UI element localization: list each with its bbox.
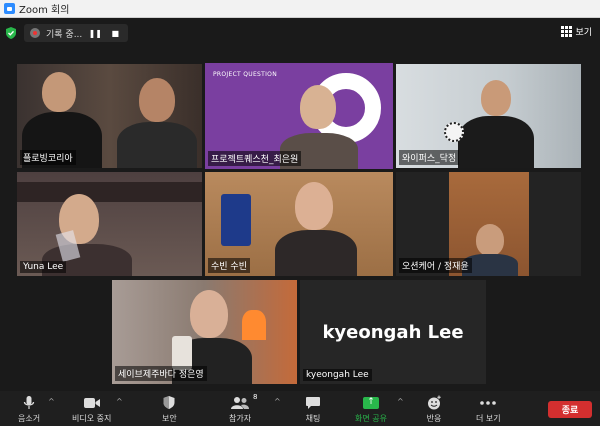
smiley-icon (428, 395, 441, 409)
view-button[interactable]: 보기 (561, 25, 592, 38)
mute-button[interactable]: 음소거 (18, 394, 40, 424)
stop-video-label: 비디오 중지 (72, 414, 112, 423)
view-label: 보기 (575, 28, 592, 38)
more-dots-icon (480, 400, 497, 405)
meeting-status: 기록 중... ❚❚ ■ (4, 24, 129, 42)
stop-recording-button[interactable]: ■ (108, 29, 122, 38)
grid-icon (561, 26, 573, 37)
video-options-caret[interactable]: ^ (116, 397, 123, 406)
share-options-caret[interactable]: ^ (397, 397, 404, 406)
share-screen-button[interactable]: ↑ 화면 공유 (355, 394, 387, 424)
participants-count: 8 (253, 393, 258, 401)
participants-label: 참가자 (229, 414, 252, 423)
participant-name: 와이퍼스_닥정 (399, 150, 460, 165)
participant-name: 수빈 수빈 (208, 258, 250, 273)
security-shield-icon (163, 396, 175, 409)
participant-name: 오션케어 / 정재윤 (399, 258, 472, 273)
video-tile[interactable]: 세이브제주바다 정은영 (112, 280, 297, 384)
video-tile-active-speaker[interactable]: PROJECT QUESTION 프로젝트퀘스천_최은원 (205, 63, 393, 169)
meeting-stage: 기록 중... ❚❚ ■ 보기 플로빙코리아 PROJECT QUESTION … (0, 19, 600, 391)
participants-button[interactable]: 참가자 (229, 394, 251, 424)
participant-name: Yuna Lee (20, 261, 67, 273)
more-button[interactable]: 더 보기 (476, 394, 501, 424)
video-tile[interactable]: kyeongah Lee kyeongah Lee (300, 280, 486, 384)
chat-button[interactable]: 채팅 (305, 394, 321, 424)
recording-indicator: 기록 중... ❚❚ ■ (24, 24, 129, 42)
mute-label: 음소거 (18, 414, 41, 423)
video-tile[interactable]: 오션케어 / 정재윤 (396, 172, 581, 276)
meeting-toolbar: 음소거 ^ 비디오 중지 ^ 보안 참가자 8 ^ 채팅 ↑ 화면 공유 ^ 반… (0, 391, 600, 426)
chat-bubble-icon (306, 396, 320, 409)
microphone-icon (23, 395, 35, 409)
security-label: 보안 (162, 414, 177, 423)
reactions-label: 반응 (426, 414, 442, 423)
zoom-logo-icon (4, 3, 15, 14)
share-screen-label: 화면 공유 (355, 414, 387, 423)
audio-options-caret[interactable]: ^ (48, 397, 55, 406)
video-tile[interactable]: 수빈 수빈 (205, 172, 393, 276)
more-label: 더 보기 (476, 414, 501, 423)
project-question-logo: PROJECT QUESTION (213, 71, 277, 78)
security-button[interactable]: 보안 (162, 394, 177, 424)
participants-icon (231, 396, 250, 409)
video-tile[interactable]: 플로빙코리아 (17, 64, 202, 168)
video-tile[interactable]: 와이퍼스_닥정 (396, 64, 581, 168)
pause-recording-button[interactable]: ❚❚ (88, 29, 102, 38)
participant-display-name: kyeongah Lee (322, 321, 464, 343)
end-meeting-button[interactable]: 종료 (548, 401, 592, 418)
reactions-button[interactable]: 반응 (426, 394, 442, 424)
participant-name: kyeongah Lee (303, 369, 372, 381)
window-title: Zoom 회의 (19, 5, 70, 16)
window-titlebar: Zoom 회의 (0, 0, 600, 18)
shield-icon[interactable] (4, 26, 18, 40)
participant-name: 플로빙코리아 (20, 150, 76, 165)
participants-options-caret[interactable]: ^ (274, 397, 281, 406)
video-camera-icon (83, 397, 100, 408)
stop-video-button[interactable]: 비디오 중지 (72, 394, 111, 424)
recording-label: 기록 중... (46, 29, 83, 40)
participant-name: 프로젝트퀘스천_최은원 (208, 151, 302, 166)
record-icon (30, 28, 40, 38)
chat-label: 채팅 (305, 414, 321, 423)
share-arrow-icon: ↑ (362, 396, 379, 409)
video-tile[interactable]: Yuna Lee (17, 172, 202, 276)
participant-name: 세이브제주바다 정은영 (115, 366, 207, 381)
